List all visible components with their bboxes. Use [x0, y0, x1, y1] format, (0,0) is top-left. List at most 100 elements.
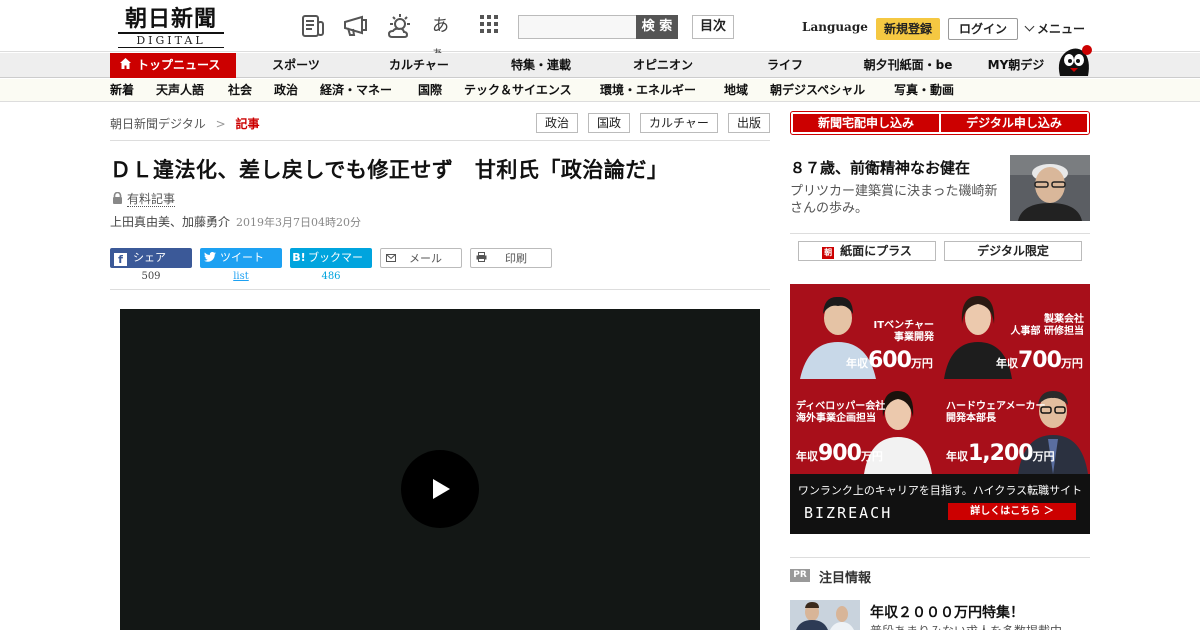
- nav-item-culture[interactable]: カルチャー: [372, 53, 466, 78]
- ad-cell[interactable]: ディベロッパー会社 海外事業企画担当 年収900万円: [790, 379, 940, 474]
- pr-badge: PR: [790, 569, 810, 582]
- tag-national[interactable]: 国政: [588, 113, 630, 133]
- search-button[interactable]: 検 索: [636, 15, 678, 39]
- search-input[interactable]: [518, 15, 638, 39]
- facebook-share-count: 509: [141, 271, 161, 282]
- nav-item-sports[interactable]: スポーツ: [250, 53, 342, 78]
- sidebar-feature-title[interactable]: ８７歳、前衛精神なお健在: [790, 157, 970, 178]
- sub-nav-item[interactable]: 天声人語: [156, 79, 204, 102]
- language-link[interactable]: Language: [802, 20, 868, 34]
- ad-cell[interactable]: 製薬会社 人事部 研修担当 年収700万円: [940, 284, 1090, 379]
- pr-headline[interactable]: 年収２０００万円特集！: [870, 602, 1024, 622]
- breadcrumb-home[interactable]: 朝日新聞デジタル: [110, 117, 206, 131]
- sub-nav-item[interactable]: 政治: [274, 79, 298, 102]
- nav-item-my[interactable]: MY朝デジ: [980, 53, 1052, 78]
- sub-nav-item[interactable]: 国際: [418, 79, 442, 102]
- tweet-label: ツイート: [220, 251, 264, 264]
- home-icon: [120, 53, 131, 78]
- print-label: 印刷: [505, 252, 527, 265]
- subscribe-digital-button[interactable]: デジタル申し込み: [941, 114, 1087, 132]
- digital-only-link[interactable]: デジタル限定: [944, 241, 1082, 261]
- breadcrumb-separator: >: [215, 117, 226, 131]
- nav-item-top-news[interactable]: トップニュース: [110, 53, 236, 78]
- logo-en: DIGITAL: [118, 32, 224, 48]
- login-button[interactable]: ログイン: [948, 18, 1018, 40]
- sub-nav-item[interactable]: 経済・マネー: [320, 79, 392, 102]
- sub-nav-item[interactable]: 新着: [110, 79, 134, 102]
- sidebar-feature-photo[interactable]: [1010, 155, 1090, 221]
- ad-brand-logo: BIZREACH: [804, 504, 893, 522]
- ad-salary-prefix: 年収: [996, 357, 1018, 370]
- font-glyph-large: あ: [432, 16, 449, 36]
- toc-button[interactable]: 目次: [692, 15, 734, 39]
- nav-item-features[interactable]: 特集・連載: [494, 53, 588, 78]
- ad-salary-amount: 600: [868, 348, 912, 373]
- menu-button[interactable]: メニュー: [1024, 20, 1085, 37]
- play-icon: [433, 479, 450, 499]
- article-title: ＤＬ違法化、差し戻しでも修正せず 甘利氏「政治論だ」: [110, 158, 669, 182]
- site-header: 朝日新聞 DIGITAL ああ 検 索 目次 Language 新規登録 ログイ…: [0, 0, 1200, 60]
- paper-plus-link[interactable]: 朝紙面にプラス: [798, 241, 936, 261]
- paid-article-badge[interactable]: 有料記事: [112, 190, 176, 207]
- mail-icon: [381, 249, 401, 267]
- mail-button[interactable]: メール: [380, 248, 462, 268]
- register-button[interactable]: 新規登録: [876, 18, 940, 40]
- megaphone-icon[interactable]: [342, 13, 368, 39]
- pr-thumbnail[interactable]: [790, 600, 860, 630]
- mascot-icon[interactable]: [1054, 42, 1092, 78]
- bizreach-ad[interactable]: ITベンチャー 事業開発 年収600万円 製薬会社 人事部 研修担当 年収700万円…: [790, 284, 1090, 534]
- weather-icon[interactable]: [386, 13, 412, 39]
- divider: [790, 233, 1090, 234]
- ad-salary-unit: 万円: [910, 357, 933, 370]
- sub-nav-item[interactable]: 地域: [724, 79, 748, 102]
- facebook-share-button[interactable]: f シェア: [110, 248, 192, 268]
- site-logo[interactable]: 朝日新聞 DIGITAL: [112, 6, 230, 48]
- ad-role-2: 人事部 研修担当: [1010, 326, 1084, 337]
- ad-salary-amount: 900: [818, 441, 862, 466]
- ad-cta-button[interactable]: 詳しくはこちら ＞: [948, 503, 1076, 520]
- divider: [110, 140, 770, 141]
- ad-salary-unit: 万円: [1032, 450, 1055, 463]
- tag-publishing[interactable]: 出版: [728, 113, 770, 133]
- printer-icon: [471, 249, 491, 267]
- hatena-icon: B!: [292, 251, 306, 264]
- subscribe-home-delivery-button[interactable]: 新聞宅配申し込み: [793, 114, 939, 132]
- play-button[interactable]: [401, 450, 479, 528]
- sub-nav-item[interactable]: 朝デジスペシャル: [770, 79, 865, 102]
- pr-subtext: 普段あまりみない求人を多数掲載中: [870, 622, 1062, 630]
- ad-salary-unit: 万円: [860, 450, 883, 463]
- ad-role-2: 開発本部長: [946, 413, 996, 424]
- sidebar-feature-description: プリツカー建築賞に決まった磯崎新さんの歩み。: [790, 184, 998, 216]
- ad-role-1: ディベロッパー会社: [796, 401, 886, 412]
- newspaper-icon[interactable]: [300, 13, 326, 39]
- nav-item-life[interactable]: ライフ: [738, 53, 832, 78]
- tweet-button[interactable]: ツイート: [200, 248, 282, 268]
- paper-plus-icon: 朝: [822, 247, 835, 259]
- ad-role-2: 事業開発: [894, 332, 934, 343]
- sub-nav-item[interactable]: 写真・動画: [894, 79, 954, 102]
- ad-salary-prefix: 年収: [946, 450, 968, 463]
- nav-item-opinion[interactable]: オピニオン: [616, 53, 710, 78]
- tweet-list-link[interactable]: list: [200, 271, 282, 282]
- pr-section-title: 注目情報: [819, 571, 872, 586]
- grid-icon[interactable]: [478, 13, 504, 39]
- ad-salary-amount: 1,200: [968, 441, 1034, 466]
- byline: 上田真由美、加藤勇介 2019年3月7日04時20分: [110, 213, 361, 230]
- nav-top-label: トップニュース: [137, 58, 221, 72]
- ad-cell[interactable]: ハードウェアメーカー 開発本部長 年収1,200万円: [940, 379, 1090, 474]
- facebook-icon: f: [114, 253, 127, 266]
- font-size-icon[interactable]: ああ: [432, 13, 458, 60]
- hatena-bookmark-button[interactable]: B! ブックマーク: [290, 248, 372, 284]
- tag-politics[interactable]: 政治: [536, 113, 578, 133]
- hatena-bookmark-count: 486: [321, 271, 341, 282]
- video-player[interactable]: [120, 309, 760, 630]
- nav-item-paper[interactable]: 朝夕刊紙面・be: [852, 53, 964, 78]
- ad-cell[interactable]: ITベンチャー 事業開発 年収600万円: [790, 284, 940, 379]
- ad-salary-prefix: 年収: [846, 357, 868, 370]
- sub-nav-item[interactable]: テック＆サイエンス: [464, 79, 572, 102]
- print-button[interactable]: 印刷: [470, 248, 552, 268]
- sub-nav-item[interactable]: 環境・エネルギー: [600, 79, 696, 102]
- sub-nav-item[interactable]: 社会: [228, 79, 252, 102]
- tag-culture[interactable]: カルチャー: [640, 113, 718, 133]
- ad-role-2: 海外事業企画担当: [796, 413, 876, 424]
